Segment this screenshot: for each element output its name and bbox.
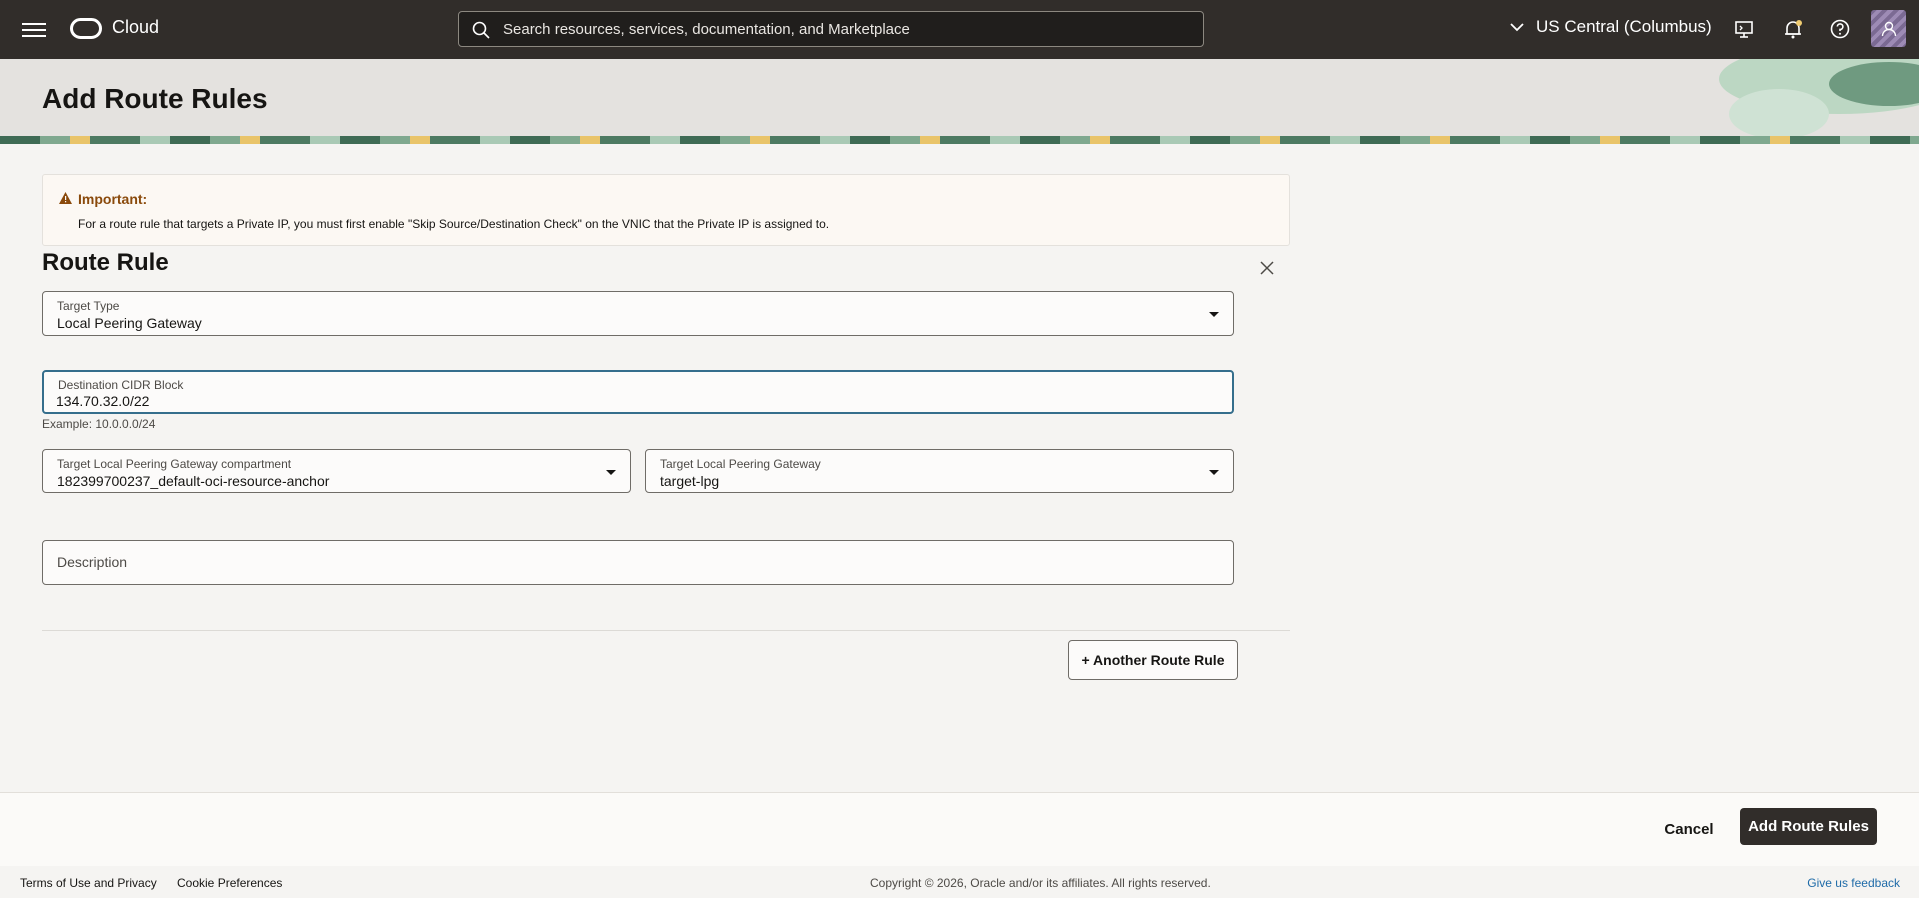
important-alert: Important: For a route rule that targets…: [42, 174, 1290, 246]
route-rule-title: Route Rule: [42, 249, 169, 276]
feedback-link[interactable]: Give us feedback: [1807, 876, 1900, 890]
section-divider: [42, 630, 1290, 631]
oracle-logo-icon[interactable]: [70, 18, 102, 39]
region-label: US Central (Columbus): [1536, 17, 1712, 36]
target-type-label: Target Type: [57, 299, 120, 313]
destination-cidr-input[interactable]: [56, 393, 1196, 409]
destination-cidr-hint: Example: 10.0.0.0/24: [42, 417, 156, 431]
alert-title: Important:: [78, 191, 148, 207]
warning-icon: [59, 192, 72, 204]
target-lpg-label: Target Local Peering Gateway: [660, 457, 821, 471]
another-route-rule-button[interactable]: + Another Route Rule: [1068, 640, 1238, 680]
terms-link[interactable]: Terms of Use and Privacy: [20, 876, 157, 890]
cookie-preferences-link[interactable]: Cookie Preferences: [177, 876, 282, 890]
user-avatar[interactable]: [1871, 10, 1906, 47]
menu-icon[interactable]: [22, 20, 46, 40]
search-input[interactable]: [503, 12, 1183, 46]
close-icon[interactable]: [1259, 260, 1275, 276]
help-icon[interactable]: [1829, 18, 1851, 40]
destination-cidr-label: Destination CIDR Block: [58, 378, 184, 392]
alert-message: For a route rule that targets a Private …: [78, 217, 830, 231]
compartment-select[interactable]: Target Local Peering Gateway compartment…: [42, 449, 631, 493]
caret-down-icon: [1209, 470, 1219, 475]
add-route-rules-button[interactable]: Add Route Rules: [1740, 808, 1877, 845]
compartment-value: 182399700237_default-oci-resource-anchor: [57, 473, 330, 489]
compartment-label: Target Local Peering Gateway compartment: [57, 457, 292, 471]
description-input[interactable]: [57, 554, 1207, 570]
target-lpg-select[interactable]: Target Local Peering Gateway target-lpg: [645, 449, 1234, 493]
search-icon: [472, 21, 490, 39]
page-header-banner: [0, 59, 1919, 144]
bell-icon[interactable]: [1782, 18, 1804, 40]
brand-name[interactable]: Cloud: [112, 17, 159, 38]
search-box[interactable]: [458, 11, 1204, 47]
target-lpg-value: target-lpg: [660, 473, 720, 489]
user-icon: [1881, 21, 1896, 36]
caret-down-icon: [1209, 312, 1219, 317]
chevron-down-icon: [1510, 23, 1524, 32]
destination-cidr-field[interactable]: Destination CIDR Block: [42, 370, 1234, 414]
banner-pattern-strip: [0, 136, 1919, 144]
target-type-value: Local Peering Gateway: [57, 315, 202, 331]
region-selector[interactable]: US Central (Columbus): [1510, 17, 1712, 37]
action-bar: Cancel Add Route Rules: [0, 792, 1919, 866]
page-footer: Terms of Use and Privacy Cookie Preferen…: [0, 866, 1919, 898]
banner-decoration: [1719, 59, 1919, 139]
cloud-shell-icon[interactable]: [1733, 18, 1755, 40]
description-field[interactable]: [42, 540, 1234, 585]
top-navigation-bar: Cloud US Central (Columbus): [0, 0, 1919, 59]
page-title: Add Route Rules: [42, 83, 268, 114]
target-type-select[interactable]: Target Type Local Peering Gateway: [42, 291, 1234, 336]
copyright-text: Copyright © 2026, Oracle and/or its affi…: [870, 876, 1211, 890]
caret-down-icon: [606, 470, 616, 475]
cancel-button[interactable]: Cancel: [1652, 811, 1726, 847]
